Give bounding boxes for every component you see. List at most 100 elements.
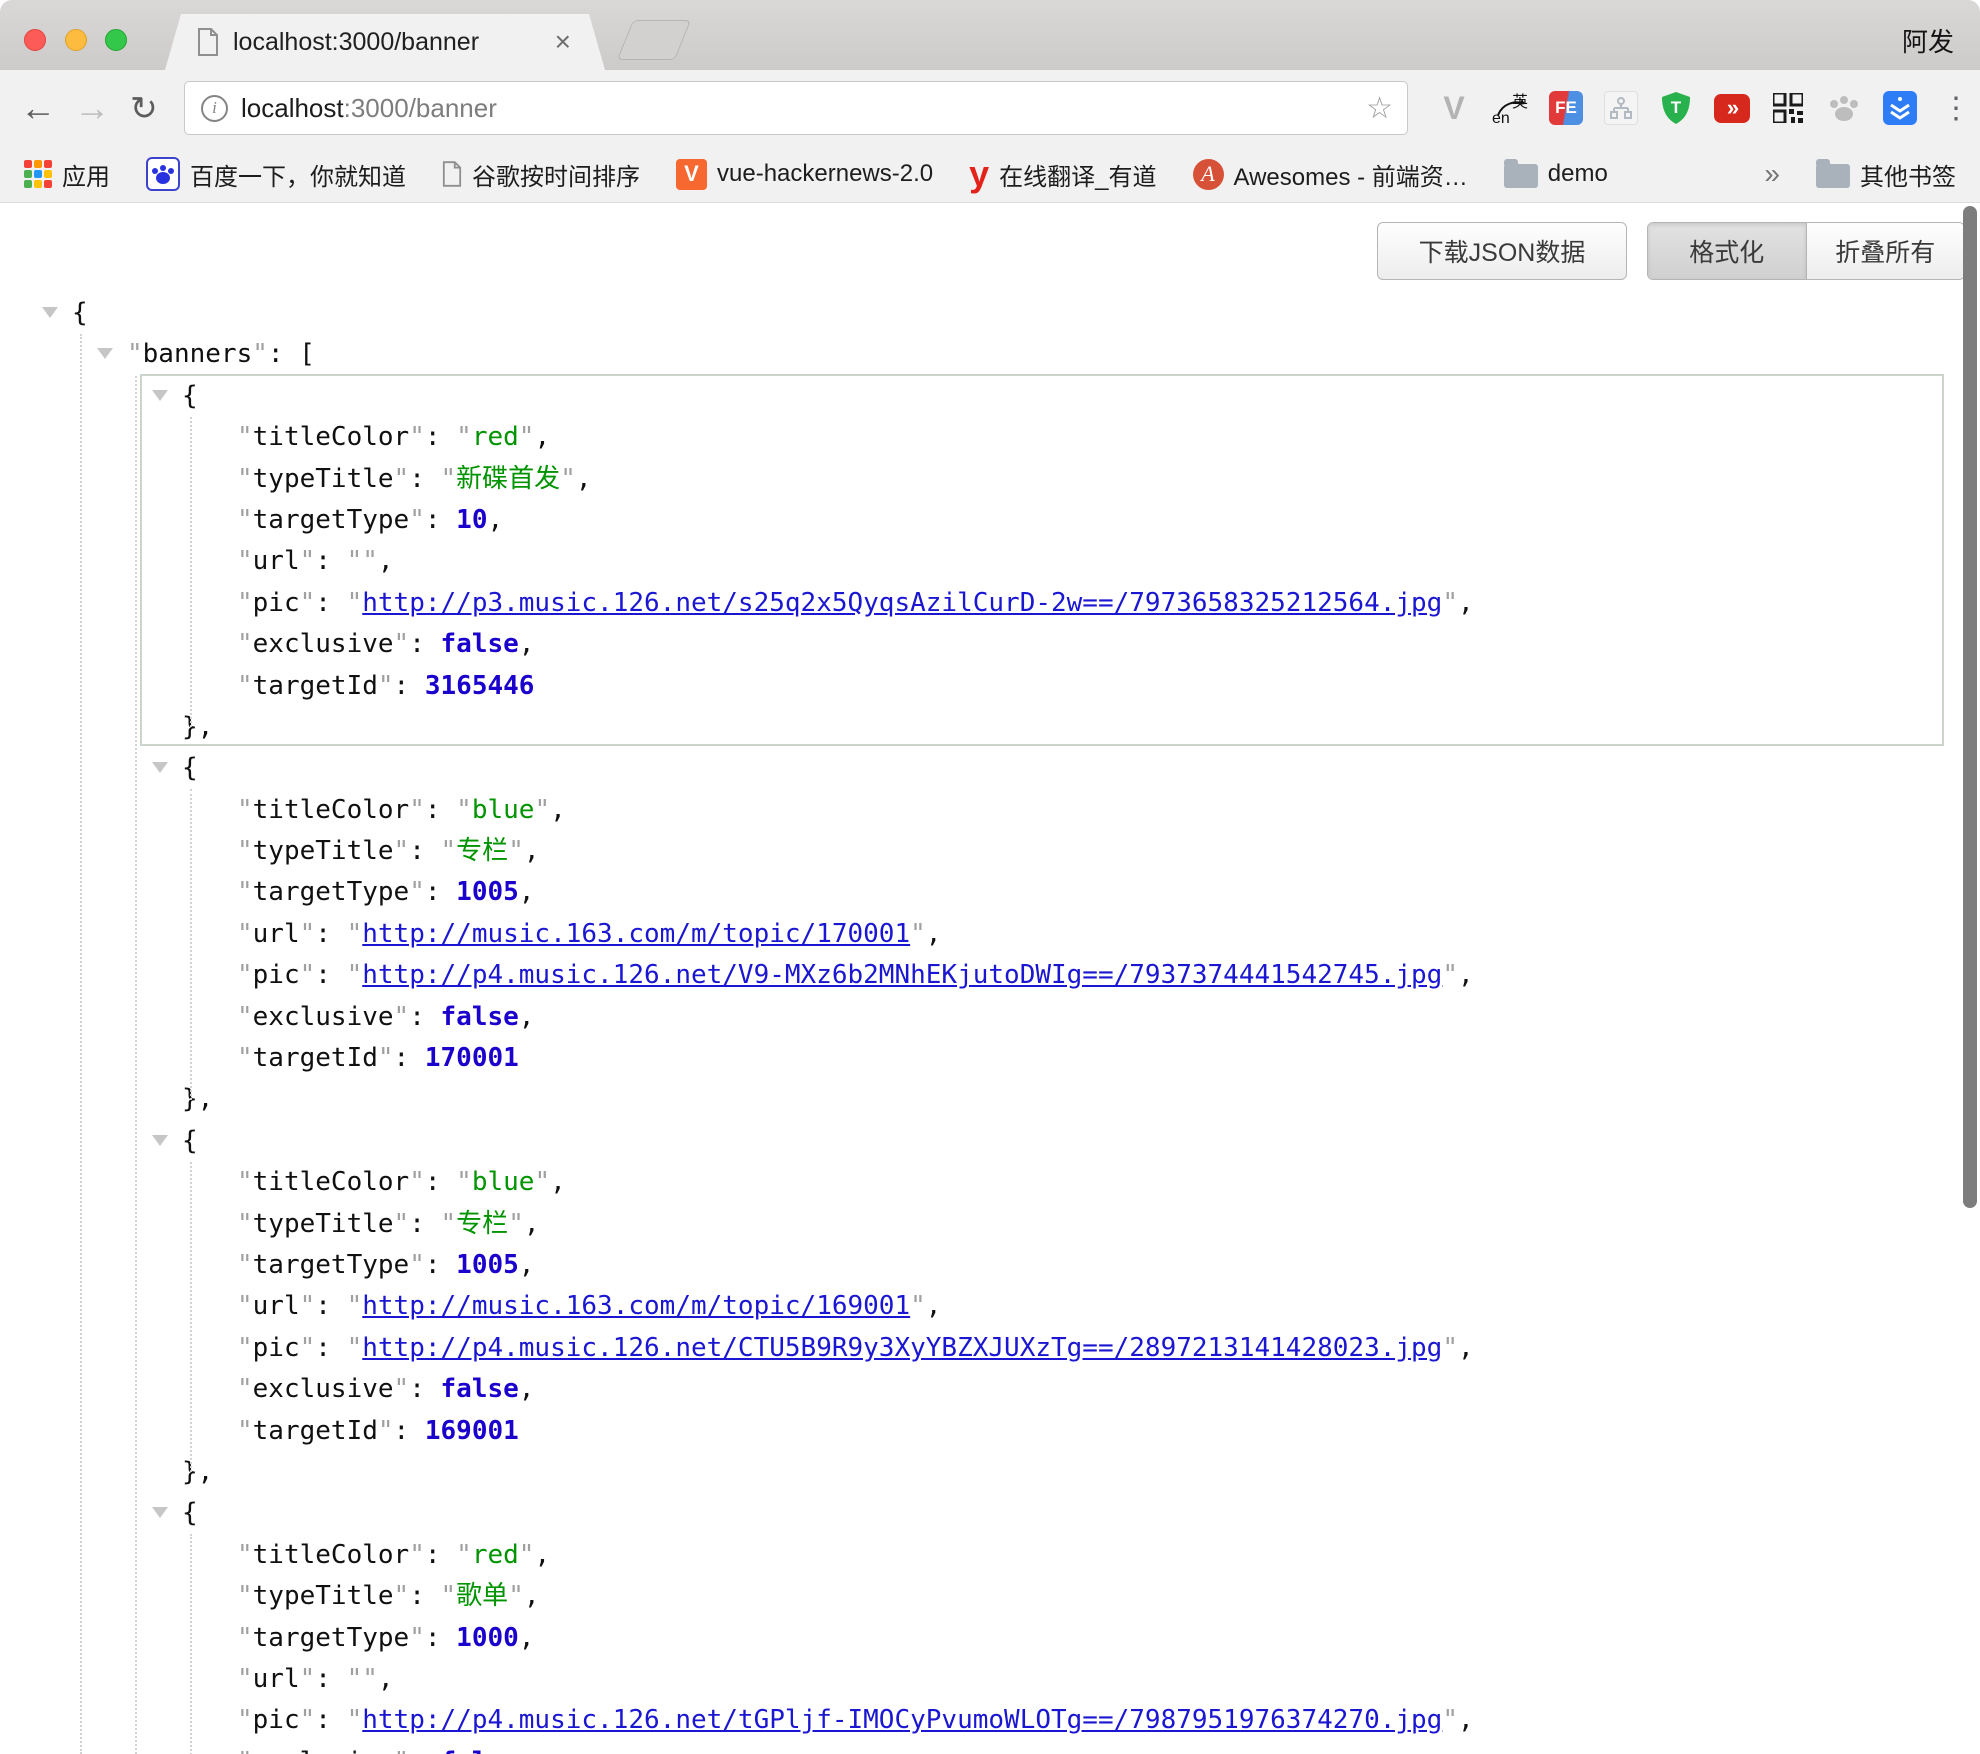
minimize-window-button[interactable] bbox=[65, 29, 87, 51]
other-bookmarks[interactable]: 其他书签 bbox=[1816, 157, 1956, 192]
translate-icon[interactable]: 英 en bbox=[1492, 90, 1528, 126]
info-icon[interactable]: i bbox=[201, 95, 228, 122]
json-punct: : [ bbox=[268, 339, 315, 369]
vue-icon: V bbox=[676, 159, 707, 190]
download-json-button[interactable]: 下载JSON数据 bbox=[1377, 222, 1627, 280]
json-key: targetId bbox=[253, 1043, 378, 1073]
json-number: 169001 bbox=[425, 1416, 519, 1446]
new-tab-button[interactable] bbox=[617, 20, 691, 60]
json-quote: " bbox=[237, 422, 253, 452]
back-icon[interactable]: ← bbox=[20, 87, 56, 129]
json-number: 1005 bbox=[456, 1250, 519, 1280]
json-quote: " bbox=[456, 795, 472, 825]
json-punct: , bbox=[1458, 588, 1474, 618]
collapse-triangle-icon[interactable] bbox=[42, 307, 58, 318]
url-text[interactable]: localhost:3000/banner bbox=[241, 93, 497, 124]
sitemap-icon[interactable] bbox=[1604, 91, 1638, 125]
json-punct: : bbox=[315, 1705, 346, 1735]
url-path: :3000/banner bbox=[344, 93, 497, 123]
json-quote: " bbox=[237, 546, 253, 576]
address-bar[interactable]: i localhost:3000/banner ☆ bbox=[184, 81, 1408, 135]
collapse-all-button[interactable]: 折叠所有 bbox=[1807, 223, 1965, 279]
json-key: exclusive bbox=[253, 1747, 394, 1754]
vertical-scrollbar[interactable] bbox=[1963, 206, 1977, 1208]
menu-icon[interactable]: ⋮ bbox=[1938, 90, 1974, 126]
json-link[interactable]: http://p4.music.126.net/CTU5B9R9y3XyYBZX… bbox=[362, 1333, 1442, 1363]
json-punct: { bbox=[182, 381, 198, 411]
json-link[interactable]: http://music.163.com/m/topic/170001 bbox=[362, 919, 910, 949]
bookmark-apps[interactable]: 应用 bbox=[24, 157, 110, 192]
bookmark-youdao[interactable]: y 在线翻译_有道 bbox=[969, 157, 1156, 192]
json-quote: " bbox=[237, 505, 253, 535]
json-quote: " bbox=[300, 919, 316, 949]
json-quote: " bbox=[456, 1167, 472, 1197]
json-punct: : bbox=[315, 960, 346, 990]
reload-icon[interactable]: ↻ bbox=[130, 89, 158, 128]
fe-helper-icon[interactable]: FE bbox=[1548, 90, 1584, 126]
json-punct: , bbox=[534, 422, 550, 452]
json-quote: " bbox=[394, 1209, 410, 1239]
json-line: "targetType": 1005, bbox=[0, 1245, 1980, 1286]
bookmark-google-sort[interactable]: 谷歌按时间排序 bbox=[442, 157, 640, 192]
bookmarks-bar: 应用 百度一下，你就知道 谷歌按时间排序 V vue-hackerne bbox=[0, 146, 1980, 203]
collapse-triangle-icon[interactable] bbox=[152, 762, 168, 773]
json-line: "targetId": 169001 bbox=[0, 1411, 1980, 1452]
json-object: {"titleColor": "blue","typeTitle": "专栏",… bbox=[0, 1121, 1980, 1494]
json-punct: : bbox=[425, 1167, 456, 1197]
json-link[interactable]: http://p3.music.126.net/s25q2x5QyqsAzilC… bbox=[362, 588, 1442, 618]
collapse-triangle-icon[interactable] bbox=[97, 348, 113, 359]
paw-icon[interactable] bbox=[1826, 90, 1862, 126]
tab-close-icon[interactable]: × bbox=[555, 28, 571, 56]
json-quote: " bbox=[394, 629, 410, 659]
collapse-triangle-icon[interactable] bbox=[152, 1135, 168, 1146]
json-number: 10 bbox=[456, 505, 487, 535]
collapse-triangle-icon[interactable] bbox=[152, 390, 168, 401]
shield-icon[interactable]: T bbox=[1658, 90, 1694, 126]
bookmark-baidu[interactable]: 百度一下，你就知道 bbox=[146, 157, 406, 192]
zoom-window-button[interactable] bbox=[105, 29, 127, 51]
json-key: pic bbox=[253, 960, 300, 990]
json-link[interactable]: http://p4.music.126.net/tGPljf-IMOCyPvum… bbox=[362, 1705, 1442, 1735]
json-link[interactable]: http://music.163.com/m/topic/169001 bbox=[362, 1291, 910, 1321]
json-string: 新碟首发 bbox=[456, 464, 560, 494]
collapse-triangle-icon[interactable] bbox=[152, 1507, 168, 1518]
chevron-right-icon: » bbox=[1764, 158, 1780, 190]
json-link[interactable]: http://p4.music.126.net/V9-MXz6b2MNhEKju… bbox=[362, 960, 1442, 990]
close-window-button[interactable] bbox=[24, 29, 46, 51]
qr-code-icon[interactable] bbox=[1770, 90, 1806, 126]
bookmark-demo-folder[interactable]: demo bbox=[1504, 160, 1608, 188]
json-quote: " bbox=[237, 1002, 253, 1032]
json-punct: , bbox=[550, 795, 566, 825]
fast-forward-icon[interactable]: » bbox=[1714, 90, 1750, 126]
json-punct: : bbox=[409, 1002, 440, 1032]
json-line: "typeTitle": "专栏", bbox=[0, 831, 1980, 872]
bookmarks-overflow[interactable]: » bbox=[1764, 158, 1780, 190]
json-quote: " bbox=[237, 1581, 253, 1611]
browser-tab[interactable]: localhost:3000/banner × bbox=[165, 14, 605, 70]
json-quote: " bbox=[300, 546, 316, 576]
bookmark-star-icon[interactable]: ☆ bbox=[1366, 91, 1393, 126]
json-line: }, bbox=[0, 1452, 1980, 1493]
json-quote: " bbox=[237, 877, 253, 907]
vue-devtools-icon[interactable]: V bbox=[1436, 90, 1472, 126]
bookmark-vue-hackernews[interactable]: V vue-hackernews-2.0 bbox=[676, 159, 933, 190]
bookmark-awesomes[interactable]: A Awesomes - 前端资… bbox=[1193, 157, 1468, 192]
download-manager-icon[interactable] bbox=[1882, 90, 1918, 126]
json-quote: " bbox=[237, 960, 253, 990]
json-number: 1005 bbox=[456, 877, 519, 907]
json-quote: " bbox=[441, 1209, 457, 1239]
json-punct: , bbox=[550, 1167, 566, 1197]
json-string: 歌单 bbox=[456, 1581, 508, 1611]
json-quote: " bbox=[910, 1291, 926, 1321]
json-quote: " bbox=[1442, 588, 1458, 618]
json-quote: " bbox=[347, 919, 363, 949]
json-punct: { bbox=[182, 1126, 198, 1156]
json-quote: " bbox=[347, 588, 363, 618]
json-punct: , bbox=[487, 505, 503, 535]
format-button[interactable]: 格式化 bbox=[1648, 223, 1807, 279]
json-line: { bbox=[0, 293, 1980, 334]
json-punct: , bbox=[926, 1291, 942, 1321]
json-quote: " bbox=[237, 1705, 253, 1735]
json-punct: , bbox=[519, 629, 535, 659]
profile-name[interactable]: 阿发 bbox=[1902, 22, 1954, 59]
